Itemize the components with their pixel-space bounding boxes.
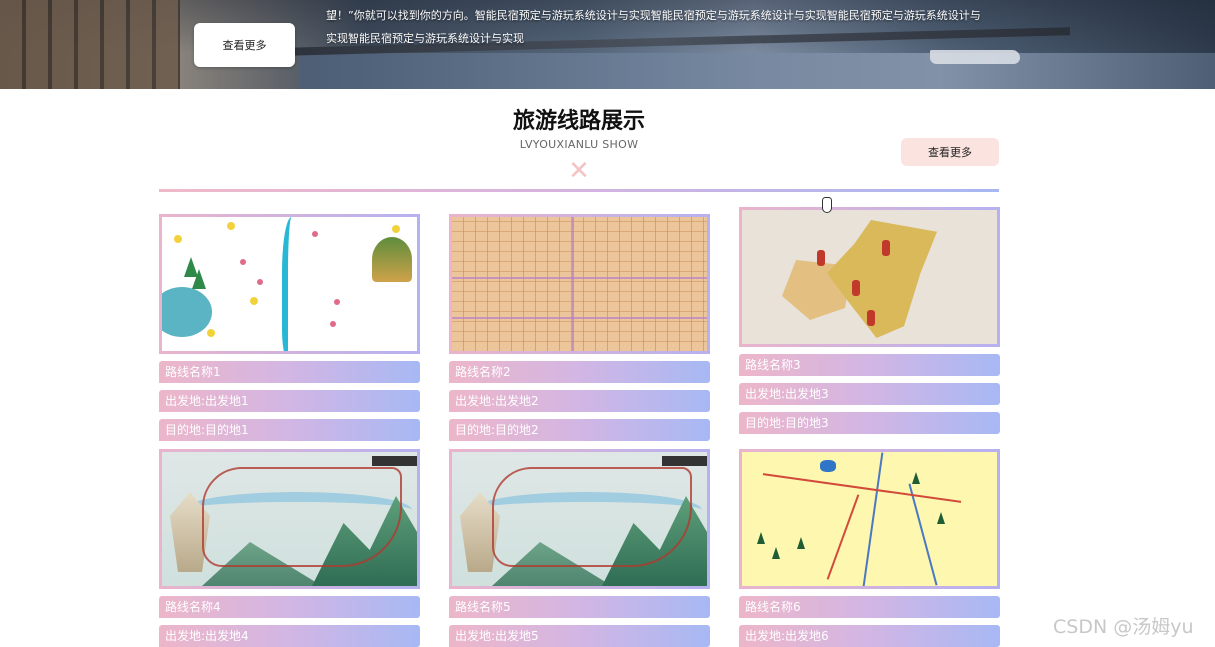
route-card-5[interactable]: 路线名称5 出发地:出发地5 <box>449 449 710 647</box>
hero-banner: 查看更多 望！”你就可以找到你的方向。智能民宿预定与游玩系统设计与实现智能民宿预… <box>0 0 1215 89</box>
route-name: 路线名称2 <box>449 361 710 383</box>
route-origin: 出发地:出发地5 <box>449 625 710 647</box>
watermark: CSDN @汤姆yu <box>1053 616 1194 638</box>
route-origin: 出发地:出发地3 <box>739 383 1000 405</box>
route-origin: 出发地:出发地2 <box>449 390 710 412</box>
hero-water-image <box>300 53 1215 89</box>
hero-building-image <box>0 0 180 89</box>
route-origin: 出发地:出发地4 <box>159 625 420 647</box>
route-map-image-4[interactable] <box>159 449 420 589</box>
section-more-button[interactable]: 查看更多 <box>901 138 999 166</box>
route-map-image-1[interactable] <box>159 214 420 354</box>
route-name: 路线名称6 <box>739 596 1000 618</box>
route-map-image-3[interactable] <box>739 207 1000 347</box>
route-name: 路线名称3 <box>739 354 1000 376</box>
route-map-image-6[interactable] <box>739 449 1000 589</box>
route-name: 路线名称5 <box>449 596 710 618</box>
route-origin: 出发地:出发地1 <box>159 390 420 412</box>
route-card-2[interactable]: 路线名称2 出发地:出发地2 目的地:目的地2 <box>449 214 710 441</box>
route-card-3[interactable]: 路线名称3 出发地:出发地3 目的地:目的地3 <box>739 207 1000 434</box>
route-name: 路线名称1 <box>159 361 420 383</box>
route-map-image-5[interactable] <box>449 449 710 589</box>
decorative-x-icon: ✕ <box>568 156 590 186</box>
section-title: 旅游线路展示 <box>512 109 645 134</box>
route-map-image-2[interactable] <box>449 214 710 354</box>
route-origin: 出发地:出发地6 <box>739 625 1000 647</box>
hero-more-button[interactable]: 查看更多 <box>194 23 295 67</box>
route-card-6[interactable]: 路线名称6 出发地:出发地6 <box>739 449 1000 647</box>
section-divider <box>159 189 999 192</box>
route-name: 路线名称4 <box>159 596 420 618</box>
hero-description: 望！”你就可以找到你的方向。智能民宿预定与游玩系统设计与实现智能民宿预定与游玩系… <box>326 9 981 45</box>
route-destination: 目的地:目的地2 <box>449 419 710 441</box>
route-card-1[interactable]: 路线名称1 出发地:出发地1 目的地:目的地1 <box>159 214 420 441</box>
hero-ship-image <box>930 50 1020 64</box>
route-card-4[interactable]: 路线名称4 出发地:出发地4 <box>159 449 420 647</box>
mouse-cursor-icon <box>822 197 832 213</box>
route-destination: 目的地:目的地3 <box>739 412 1000 434</box>
route-destination: 目的地:目的地1 <box>159 419 420 441</box>
